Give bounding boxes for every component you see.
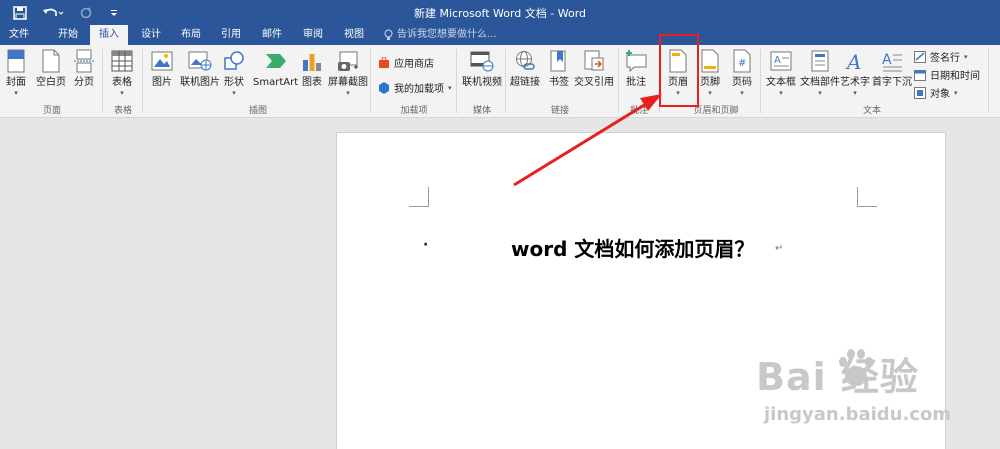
online-picture-icon xyxy=(188,48,212,74)
shapes-icon xyxy=(222,48,246,74)
page-break-button[interactable]: 分页 xyxy=(72,48,96,89)
store-icon xyxy=(379,56,389,68)
object-button[interactable]: 对象 ▾ xyxy=(914,85,958,100)
my-addins-icon xyxy=(379,81,389,94)
footer-icon xyxy=(698,48,722,74)
tab-review[interactable]: 审阅 xyxy=(294,25,332,45)
group-separator xyxy=(505,49,506,113)
ribbon-tabs: 文件 开始 插入 设计 布局 引用 邮件 审阅 视图 告诉我您想要做什么... xyxy=(0,25,1000,45)
bookmark-icon xyxy=(547,48,571,74)
quick-parts-icon xyxy=(808,48,832,74)
highlight-box xyxy=(659,34,699,107)
tab-insert[interactable]: 插入 xyxy=(90,25,128,45)
group-separator xyxy=(370,49,371,113)
group-label-comments: 批注 xyxy=(629,106,648,116)
textbox-icon: A xyxy=(769,48,793,74)
paw-logo-icon xyxy=(839,349,873,386)
picture-button[interactable]: 图片 xyxy=(150,48,174,89)
hyperlink-icon xyxy=(513,48,537,74)
signature-line-button[interactable]: 签名行 ▾ xyxy=(914,49,968,64)
ribbon-insert: 封面 ▾ 空白页 分页 页面 表格 ▾ 表格 图片 联机图片 形状 ▾ Smar… xyxy=(0,45,1000,118)
tab-design[interactable]: 设计 xyxy=(132,25,170,45)
svg-text:A: A xyxy=(882,52,892,68)
hyperlink-button[interactable]: 超链接 xyxy=(510,48,540,89)
document-heading[interactable]: word 文档如何添加页眉？ xyxy=(511,233,754,262)
group-separator xyxy=(102,49,103,113)
shapes-button[interactable]: 形状 ▾ xyxy=(222,48,246,97)
tell-me-search[interactable]: 告诉我您想要做什么... xyxy=(384,25,497,45)
margin-corner-top-right xyxy=(857,187,877,207)
title-bar: 新建 Microsoft Word 文档 - Word xyxy=(0,0,1000,25)
tab-references[interactable]: 引用 xyxy=(212,25,250,45)
table-button[interactable]: 表格 ▾ xyxy=(110,48,134,97)
cover-page-icon xyxy=(4,48,28,74)
blank-page-button[interactable]: 空白页 xyxy=(36,48,66,89)
margin-corner-top-left xyxy=(409,187,429,207)
picture-icon xyxy=(150,48,174,74)
object-icon xyxy=(914,86,926,99)
bookmark-button[interactable]: 书签 xyxy=(547,48,571,89)
watermark-site: jingyan.baidu.com xyxy=(764,404,952,425)
footer-button[interactable]: 页脚 ▾ xyxy=(698,48,722,97)
group-label-addins: 加载项 xyxy=(400,106,428,116)
group-label-illustrations: 插图 xyxy=(248,106,267,116)
comment-button[interactable]: 批注 xyxy=(624,48,648,89)
table-icon xyxy=(110,48,134,74)
group-separator xyxy=(988,49,989,113)
tab-view[interactable]: 视图 xyxy=(335,25,373,45)
group-label-links: 链接 xyxy=(550,106,569,116)
online-video-icon xyxy=(470,48,494,74)
tab-layout[interactable]: 布局 xyxy=(172,25,210,45)
dropcap-button[interactable]: A 首字下沉 xyxy=(872,48,912,89)
group-separator xyxy=(142,49,143,113)
quick-parts-button[interactable]: 文档部件 ▾ xyxy=(800,48,840,97)
tab-home[interactable]: 开始 xyxy=(48,25,88,45)
svg-text:#: # xyxy=(738,58,746,69)
blank-page-icon xyxy=(39,48,63,74)
page-break-icon xyxy=(72,48,96,74)
page-number-icon: # xyxy=(730,48,754,74)
page-number-button[interactable]: # 页码 ▾ xyxy=(730,48,754,97)
online-picture-button[interactable]: 联机图片 xyxy=(180,48,220,89)
store-button[interactable]: 应用商店 xyxy=(378,55,434,70)
paragraph-bullet: · xyxy=(423,237,429,253)
baidu-watermark: Bai 经验 jingyan.baidu.com xyxy=(756,340,996,440)
online-video-button[interactable]: 联机视频 xyxy=(462,48,502,89)
dropcap-icon: A xyxy=(880,48,904,74)
chart-icon xyxy=(300,48,324,74)
group-separator xyxy=(456,49,457,113)
group-label-pages: 页面 xyxy=(42,106,61,116)
date-time-button[interactable]: 日期和时间 xyxy=(914,67,980,82)
group-separator xyxy=(760,49,761,113)
textbox-button[interactable]: A 文本框 ▾ xyxy=(766,48,796,97)
chart-button[interactable]: 图表 xyxy=(300,48,324,89)
paragraph-mark-icon: ↵ xyxy=(775,243,784,254)
tab-mailings[interactable]: 邮件 xyxy=(253,25,291,45)
tab-file[interactable]: 文件 xyxy=(0,25,38,45)
group-separator xyxy=(618,49,619,113)
wordart-button[interactable]: A 艺术字 ▾ xyxy=(840,48,870,97)
window-title: 新建 Microsoft Word 文档 - Word xyxy=(413,7,587,20)
calendar-icon xyxy=(914,69,926,81)
svg-text:A: A xyxy=(774,55,781,66)
cross-reference-icon xyxy=(582,48,606,74)
tell-me-placeholder: 告诉我您想要做什么... xyxy=(397,29,497,40)
group-label-tables: 表格 xyxy=(113,106,132,116)
comment-icon xyxy=(624,48,648,74)
cover-page-button[interactable]: 封面 ▾ xyxy=(4,48,28,97)
group-label-media: 媒体 xyxy=(472,106,491,116)
cross-reference-button[interactable]: 交叉引用 xyxy=(574,48,614,89)
lightbulb-icon xyxy=(384,29,393,40)
screenshot-icon xyxy=(336,48,360,74)
my-addins-button[interactable]: 我的加载项 ▾ xyxy=(378,80,452,95)
wordart-icon: A xyxy=(843,48,867,74)
group-label-text: 文本 xyxy=(862,106,881,116)
smartart-icon xyxy=(264,48,288,74)
smartart-button[interactable]: SmartArt xyxy=(253,48,298,89)
signature-line-icon xyxy=(914,50,926,63)
screenshot-button[interactable]: 屏幕截图 ▾ xyxy=(328,48,368,97)
svg-text:A: A xyxy=(845,50,861,72)
